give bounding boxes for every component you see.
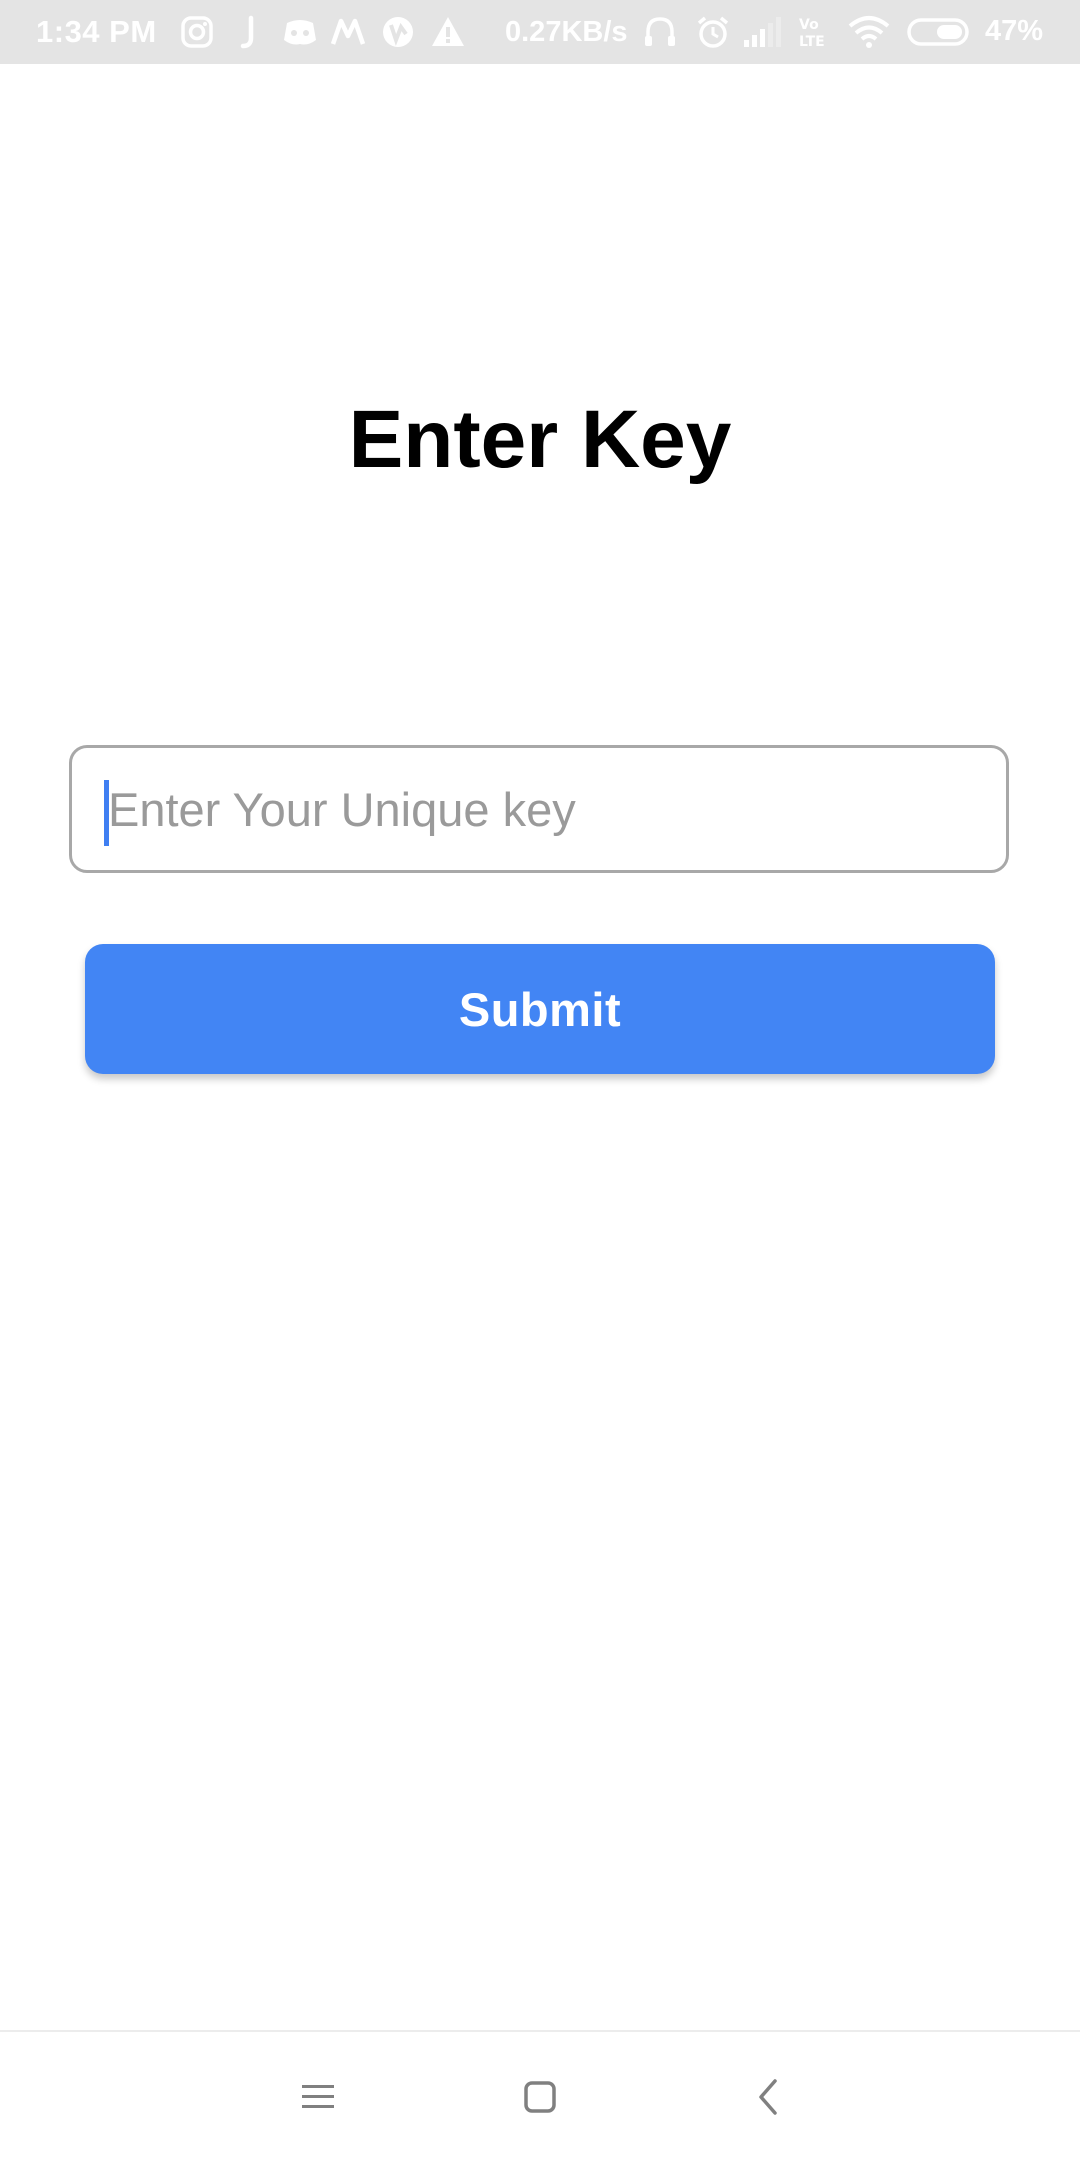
warning-icon bbox=[432, 17, 464, 46]
key-input-container[interactable] bbox=[69, 745, 1009, 873]
submit-button[interactable]: Submit bbox=[85, 944, 995, 1074]
network-speed: 0.27KB/s bbox=[505, 16, 628, 48]
text-caret bbox=[104, 780, 109, 846]
j-app-icon bbox=[240, 15, 254, 49]
headphones-icon bbox=[645, 17, 675, 46]
discord-icon bbox=[284, 20, 316, 45]
wifi-icon bbox=[848, 16, 890, 48]
m-app-icon bbox=[330, 18, 366, 45]
signal-icon bbox=[744, 17, 781, 47]
back-button[interactable] bbox=[708, 2032, 828, 2162]
home-icon bbox=[524, 2081, 556, 2113]
status-time: 1:34 PM bbox=[36, 14, 157, 49]
menu-button[interactable] bbox=[258, 2032, 378, 2162]
home-button[interactable] bbox=[480, 2032, 600, 2162]
battery-icon bbox=[907, 18, 969, 46]
battery-percentage: 47% bbox=[985, 15, 1044, 47]
status-bar: 1:34 PM 0.27KB/s Vo LTE 47% bbox=[0, 0, 1080, 64]
menu-icon bbox=[302, 2085, 334, 2108]
page-title: Enter Key bbox=[348, 394, 732, 485]
vpn-icon bbox=[383, 17, 413, 47]
svg-text:Vo: Vo bbox=[799, 17, 819, 33]
instagram-icon bbox=[181, 16, 213, 48]
svg-text:LTE: LTE bbox=[799, 34, 825, 50]
key-input[interactable] bbox=[104, 748, 988, 870]
navigation-bar bbox=[0, 2030, 1080, 2162]
alarm-icon bbox=[697, 16, 729, 48]
back-icon bbox=[759, 2079, 777, 2115]
volte-icon: Vo LTE bbox=[799, 17, 825, 50]
